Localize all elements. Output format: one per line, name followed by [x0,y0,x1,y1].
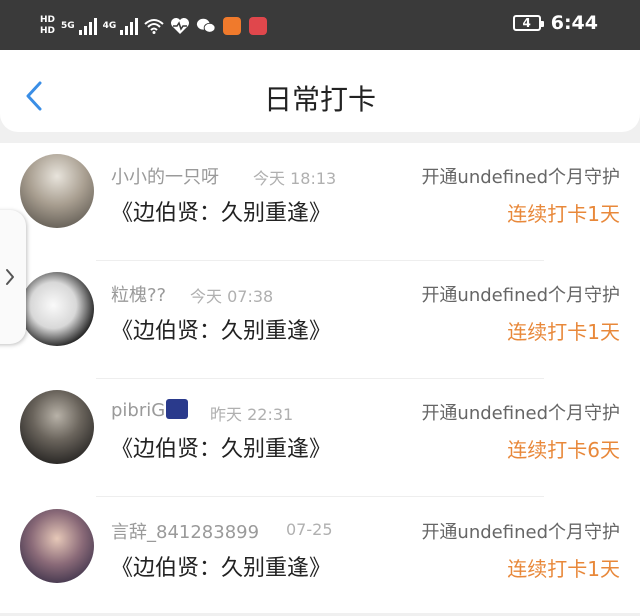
network-5g-label: 5G [61,21,75,31]
user-name-text: pibriG [111,400,166,421]
reader-app-icon [248,16,268,36]
chevron-right-icon [6,269,14,285]
book-title[interactable]: 《边伯贤：久别重逢》 [111,550,331,582]
page-title: 日常打卡 [263,83,376,116]
clock: 6:44 [550,12,598,34]
book-title[interactable]: 《边伯贤：久别重逢》 [111,195,331,227]
wifi-icon [144,16,164,36]
checkin-time: 今天 07:38 [190,287,274,306]
avatar[interactable] [20,390,94,464]
heart-rate-icon [170,16,190,36]
checkin-time: 07-25 [286,520,333,539]
user-name[interactable]: 言辞_841283899 [111,518,259,544]
list-item[interactable]: 小小的一只呀 今天 18:13 开通undefined个月守护 《边伯贤：久别重… [0,143,640,261]
star-emoji-icon [166,399,189,419]
list-item[interactable]: pibriG 昨天 22:31 开通undefined个月守护 《边伯贤：久别重… [0,379,640,497]
streak-count: 连续打卡1天 [507,557,620,581]
avatar[interactable] [20,272,94,346]
hd-label-2: HD [40,26,56,36]
status-icons-left: HD HD 5G 4G [40,14,268,38]
status-bar: HD HD 5G 4G 4 6:44 [0,0,640,50]
nav-header: 日常打卡 [0,50,640,132]
book-title[interactable]: 《边伯贤：久别重逢》 [111,431,331,463]
book-title[interactable]: 《边伯贤：久别重逢》 [111,313,331,345]
streak-count: 连续打卡6天 [507,438,620,462]
guard-status: 开通undefined个月守护 [421,167,620,188]
hd-label-1: HD [40,15,56,25]
streak-count: 连续打卡1天 [507,320,620,344]
streak-count: 连续打卡1天 [507,202,620,226]
guard-status: 开通undefined个月守护 [421,522,620,543]
divider [96,496,544,497]
wechat-icon [196,16,216,36]
network-4g-label: 4G [102,21,117,31]
user-name[interactable]: 小小的一只呀 [111,163,219,189]
battery-level: 4 [522,16,531,30]
avatar[interactable] [20,509,94,583]
video-app-icon [222,16,242,36]
guard-status: 开通undefined个月守护 [421,403,620,424]
hd-indicator: HD HD [40,16,55,36]
checkin-list: 小小的一只呀 今天 18:13 开通undefined个月守护 《边伯贤：久别重… [0,143,640,613]
signal-icon [78,17,97,35]
checkin-time: 昨天 22:31 [210,405,294,424]
signal-icon [120,17,139,35]
battery-icon: 4 [512,15,544,31]
guard-status: 开通undefined个月守护 [421,285,620,306]
side-drawer-handle[interactable] [0,210,26,344]
checkin-time: 今天 18:13 [253,169,337,188]
avatar[interactable] [20,154,94,228]
status-icons-right: 4 6:44 [512,12,598,34]
user-name[interactable]: pibriG [111,399,189,421]
list-item[interactable]: 言辞_841283899 07-25 开通undefined个月守护 《边伯贤：… [0,498,640,616]
user-name[interactable]: 粒槐?? [111,281,166,307]
list-item[interactable]: 粒槐?? 今天 07:38 开通undefined个月守护 《边伯贤：久别重逢》… [0,261,640,379]
